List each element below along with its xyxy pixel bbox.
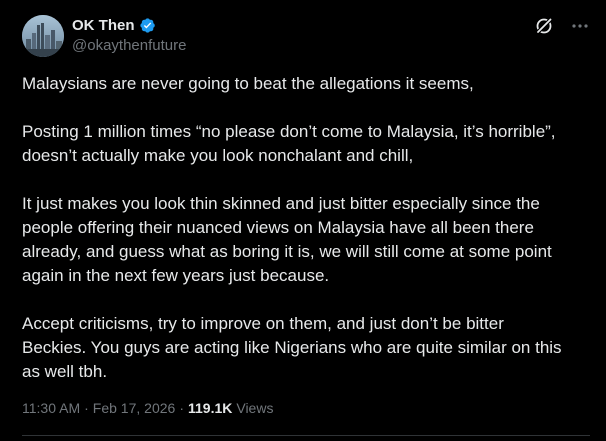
meta-separator: · — [179, 400, 184, 416]
tweet-paragraph: Accept criticisms, try to improve on the… — [22, 314, 562, 381]
post-date[interactable]: Feb 17, 2026 — [93, 400, 176, 416]
views-count: 119.1K — [187, 400, 233, 416]
grok-icon[interactable] — [534, 16, 554, 36]
post-time[interactable]: 11:30 AM — [22, 400, 80, 416]
tweet: OK Then @okaythenfuture Malaysians are n… — [0, 0, 606, 441]
verified-badge-icon — [139, 17, 156, 34]
tweet-metadata: 11:30 AM · Feb 17, 2026 · 119.1K Views — [22, 400, 273, 416]
tweet-paragraph: Posting 1 million times “no please don’t… — [22, 122, 556, 165]
meta-separator: · — [84, 400, 89, 416]
more-options-icon[interactable] — [570, 16, 590, 36]
views-label: Views — [236, 400, 274, 416]
author-handle[interactable]: @okaythenfuture — [72, 37, 186, 54]
tweet-text: Malaysians are never going to beat the a… — [22, 72, 592, 384]
author-display-name[interactable]: OK Then — [72, 17, 135, 34]
city-skyline-avatar-image — [22, 15, 64, 57]
tweet-paragraph: It just makes you look thin skinned and … — [22, 194, 552, 285]
author-block: OK Then @okaythenfuture — [72, 15, 186, 55]
divider — [22, 435, 590, 436]
tweet-paragraph: Malaysians are never going to beat the a… — [22, 74, 474, 93]
top-actions — [534, 16, 590, 36]
avatar[interactable] — [22, 15, 64, 57]
